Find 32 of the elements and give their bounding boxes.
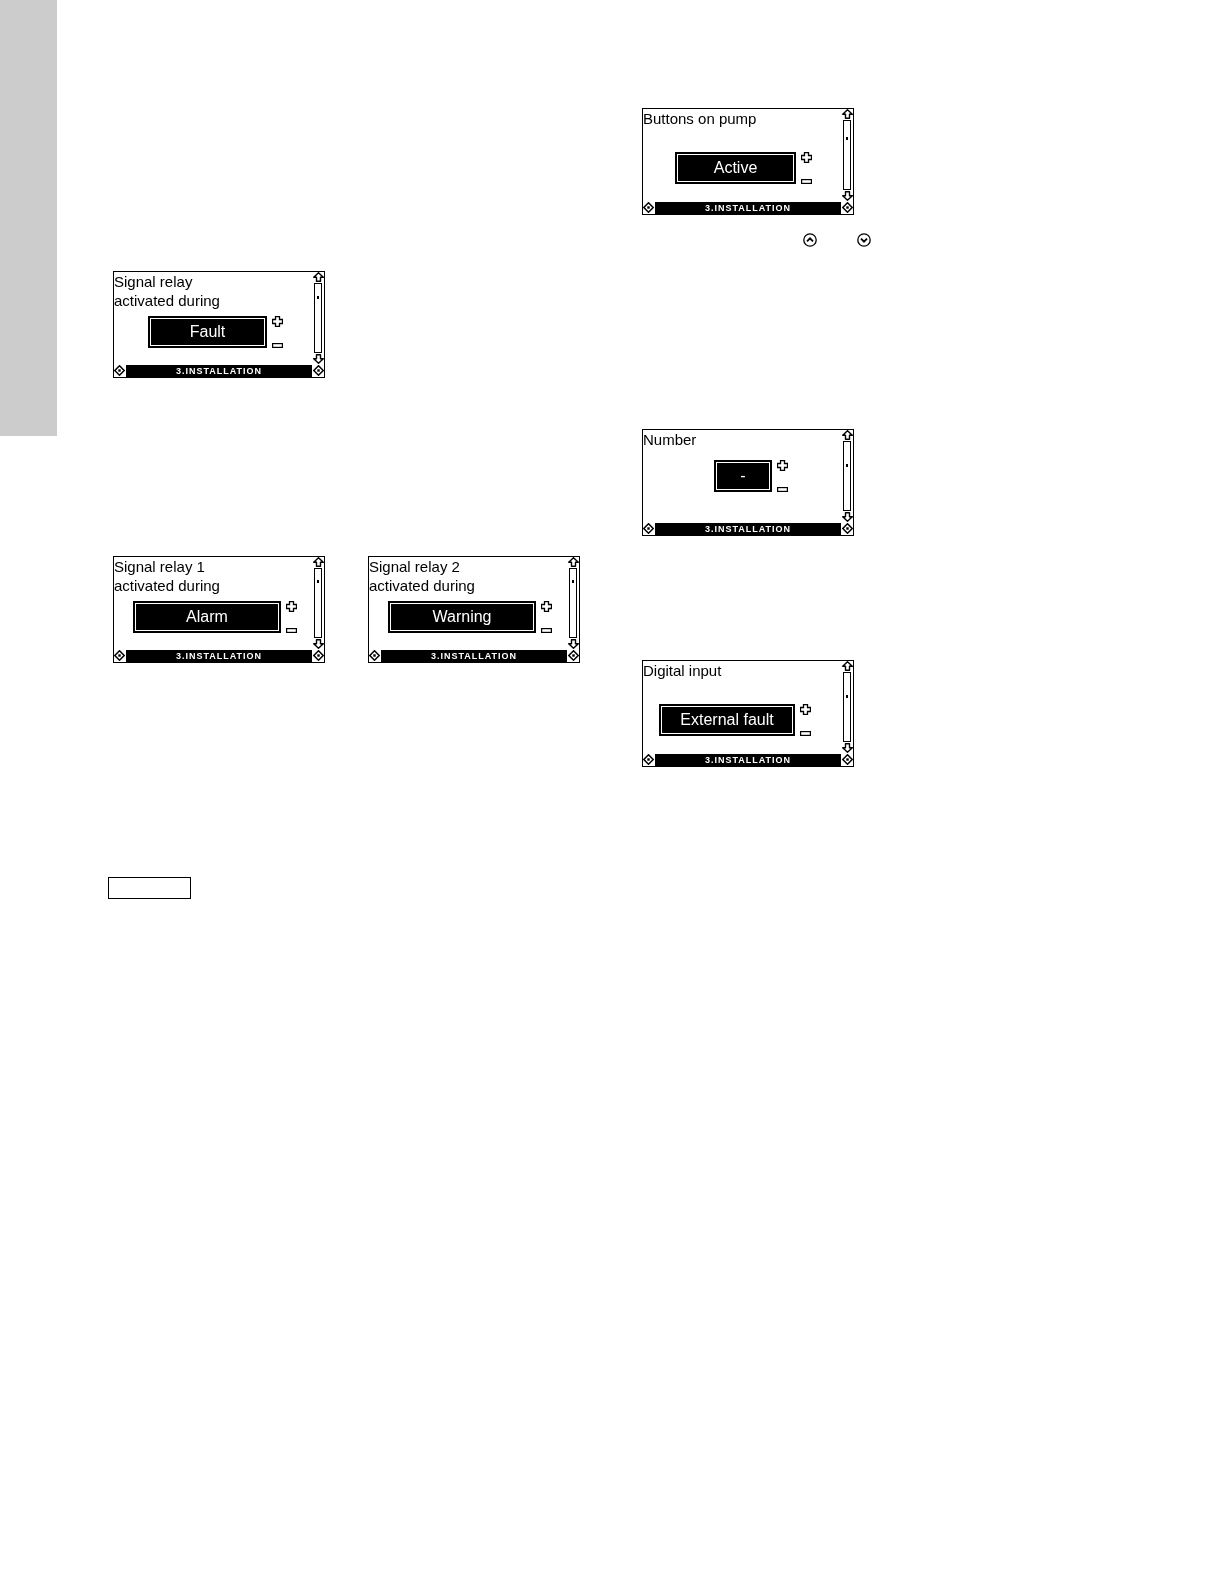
value-display: Warning bbox=[388, 601, 536, 633]
plus-icon bbox=[800, 704, 811, 715]
screen-title: Signal relay 1 activated during bbox=[114, 557, 221, 595]
screen-title: Number bbox=[643, 430, 697, 449]
value-display: Alarm bbox=[133, 601, 281, 633]
menu-footer: 3.INSTALLATION bbox=[126, 649, 312, 662]
value-display: - bbox=[714, 460, 772, 492]
minus-icon bbox=[777, 487, 788, 492]
chevron-down-circle-icon bbox=[857, 233, 871, 247]
screen-title: Buttons on pump bbox=[643, 109, 757, 128]
menu-footer: 3.INSTALLATION bbox=[655, 522, 841, 535]
menu-footer: 3.INSTALLATION bbox=[655, 753, 841, 766]
value-display: Active bbox=[675, 152, 796, 184]
screen-title: Signal relay activated during bbox=[114, 272, 221, 310]
plus-icon bbox=[777, 460, 788, 471]
menu-footer: 3.INSTALLATION bbox=[655, 201, 841, 214]
minus-icon bbox=[286, 628, 297, 633]
plus-icon bbox=[801, 152, 812, 163]
value-display: External fault bbox=[659, 704, 795, 736]
minus-icon bbox=[800, 731, 811, 736]
value-display: Fault bbox=[148, 316, 267, 348]
screen-title: Signal relay 2 activated during bbox=[369, 557, 476, 595]
chevron-up-circle-icon bbox=[803, 233, 817, 247]
minus-icon bbox=[272, 343, 283, 348]
menu-footer: 3.INSTALLATION bbox=[126, 364, 312, 377]
minus-icon bbox=[801, 179, 812, 184]
plus-icon bbox=[286, 601, 297, 612]
plus-icon bbox=[541, 601, 552, 612]
plus-icon bbox=[272, 316, 283, 327]
minus-icon bbox=[541, 628, 552, 633]
screen-title: Digital input bbox=[643, 661, 722, 680]
menu-footer: 3.INSTALLATION bbox=[381, 649, 567, 662]
